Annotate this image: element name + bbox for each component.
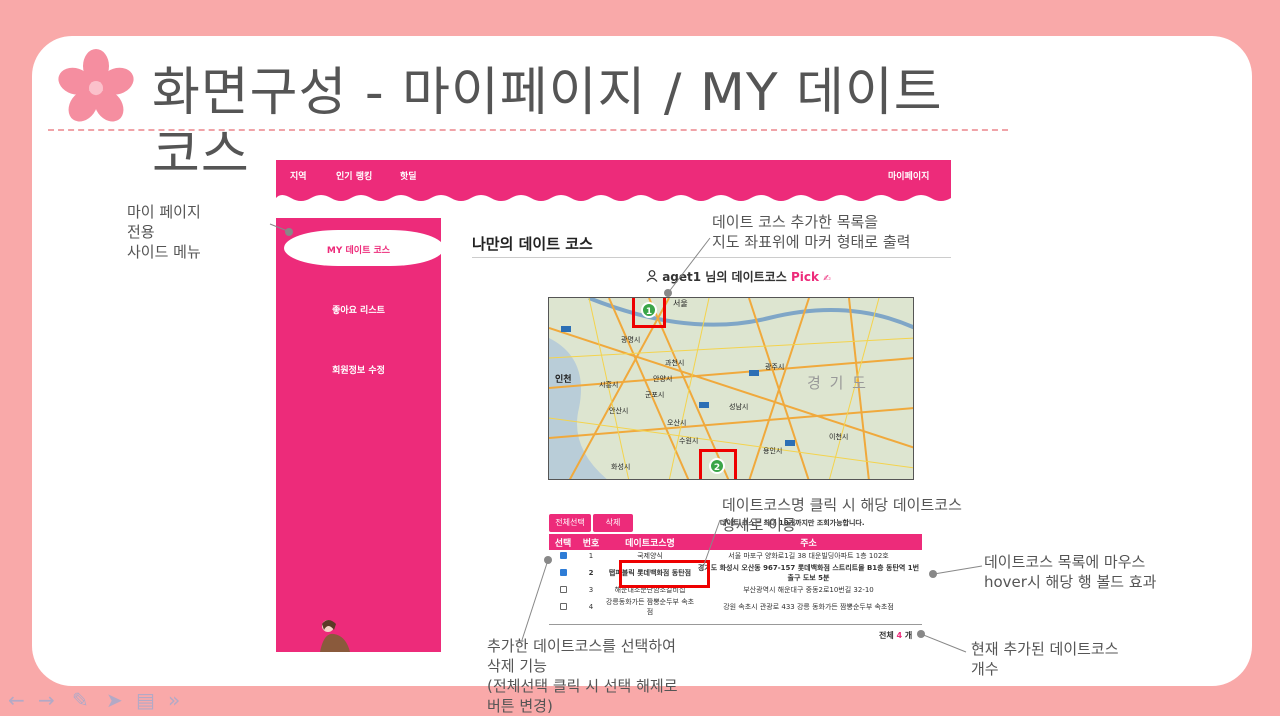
map-marker[interactable]: 1 [641, 302, 657, 318]
character-illustration [320, 620, 350, 652]
arrow-left-icon[interactable]: ← [8, 688, 25, 712]
heading-divider [472, 257, 951, 258]
nav-hotdeal[interactable]: 핫딜 [400, 169, 417, 182]
row-checkbox[interactable] [559, 585, 567, 593]
pointer-icon[interactable]: ➤ [106, 688, 123, 712]
total-number: 4 [896, 631, 903, 640]
row-no: 1 [588, 552, 594, 560]
nav-region[interactable]: 지역 [290, 169, 307, 182]
col-header: 데이트코스명 [605, 534, 695, 550]
annotation-dot [544, 556, 552, 564]
annotation-map: 데이트 코스 추가한 목록을 지도 좌표위에 마커 형태로 출력 [712, 213, 911, 251]
total-prefix: 전체 [879, 631, 894, 640]
course-map[interactable]: 서울 광명시 과천시 인천 시흥시 안양시 군포시 안산시 수원시 화성시 용인… [548, 297, 914, 480]
pick-label: Pick [790, 270, 819, 284]
row-checkbox[interactable] [559, 551, 567, 559]
map-marker[interactable]: 2 [709, 458, 725, 474]
col-header: 선택 [549, 534, 577, 550]
table-row[interactable]: 1 국제양식 서울 마포구 양화로1길 38 대운빌딩아파트 1층 102호 [549, 550, 922, 562]
course-table: 선택 번호 데이트코스명 주소 1 국제양식 서울 마포구 양화로1길 38 대… [549, 534, 922, 618]
row-course-name[interactable]: 강릉동화가든 짬뽕순두부 속초점 [605, 596, 695, 618]
map-label: 경 기 도 [807, 374, 868, 392]
slideshow-toolbar: ← → ✎ ➤ ▤ » [8, 688, 188, 712]
user-pick-line: aget1 님의 데이트코스 Pick ✍ [646, 268, 831, 285]
user-course-label: aget1 님의 데이트코스 [662, 270, 787, 284]
map-label: 오산시 [667, 419, 687, 427]
nav-ranking[interactable]: 인기 랭킹 [336, 169, 372, 182]
table-row[interactable]: 3 해운대소문난암소갈비집 부산광역시 해운대구 중동2로10번길 32-10 [549, 584, 922, 596]
table-row[interactable]: 4 강릉동화가든 짬뽕순두부 속초점 강원 속초시 관광로 433 강릉 동화가… [549, 596, 922, 618]
total-suffix: 개 [904, 631, 913, 640]
side-menu: MY 데이트 코스 좋아요 리스트 회원정보 수정 [276, 218, 444, 652]
row-address: 강원 속초시 관광로 433 강릉 동화가든 짬뽕순두부 속초점 [723, 603, 894, 611]
delete-button[interactable]: 삭제 [593, 514, 633, 532]
user-icon [646, 270, 658, 282]
map-label: 화성시 [611, 463, 631, 471]
total-count: 전체 4 개 [879, 630, 912, 641]
select-all-button[interactable]: 전체선택 [549, 514, 591, 532]
nav-mypage[interactable]: 마이페이지 [888, 169, 929, 182]
side-item-likes[interactable]: 좋아요 리스트 [276, 303, 441, 316]
row-no: 3 [588, 586, 594, 594]
col-header: 주소 [695, 534, 922, 550]
map-label: 안산시 [609, 407, 629, 415]
map-label: 서울 [673, 299, 688, 308]
annotation-dot [664, 289, 672, 297]
map-label: 군포시 [645, 391, 665, 399]
pick-icon: ✍ [823, 274, 831, 284]
side-item-my-course[interactable]: MY 데이트 코스 [276, 243, 441, 256]
map-label: 이천시 [829, 433, 849, 441]
annotation-dot [917, 630, 925, 638]
map-label: 광명시 [621, 336, 641, 344]
map-label: 과천시 [665, 359, 685, 367]
page-heading: 나만의 데이트 코스 [472, 235, 593, 253]
pen-icon[interactable]: ✎ [72, 688, 89, 712]
annotation-delete: 추가한 데이트코스를 선택하여 삭제 기능 (전체선택 클릭 시 선택 해제로 … [487, 637, 678, 715]
map-label: 인천 [555, 375, 572, 385]
side-item-profile[interactable]: 회원정보 수정 [276, 363, 441, 376]
table-bottom-line [549, 624, 922, 625]
annotation-click: 데이트코스명 클릭 시 해당 데이트코스 상세로 이동 [722, 496, 962, 534]
course-name-highlight [619, 560, 710, 588]
annotation-hover: 데이트코스 목록에 마우스 hover시 해당 행 볼드 효과 [984, 553, 1157, 591]
top-nav: 지역 인기 랭킹 핫딜 마이페이지 [276, 160, 951, 194]
title-divider [48, 129, 1008, 131]
annotation-count: 현재 추가된 데이트코스 개수 [971, 640, 1119, 678]
col-header: 번호 [577, 534, 605, 550]
annotation-sidebar: 마이 페이지 전용 사이드 메뉴 [127, 203, 201, 261]
map-label: 안양시 [653, 375, 673, 383]
arrow-right-icon[interactable]: → [38, 688, 55, 712]
nav-wave [276, 190, 951, 201]
row-address: 서울 마포구 양화로1길 38 대운빌딩아파트 1층 102호 [728, 552, 889, 560]
map-label: 용인시 [763, 447, 783, 455]
map-label: 수원시 [679, 437, 699, 445]
row-checkbox[interactable] [559, 568, 567, 576]
table-row[interactable]: 2 탭퍼블릭 롯데백화점 동탄점 경기도 화성시 오산동 967-157 롯데백… [549, 562, 922, 584]
row-address: 부산광역시 해운대구 중동2로10번길 32-10 [743, 586, 874, 594]
row-address: 경기도 화성시 오산동 967-157 롯데백화점 스트리트몰 B1층 동탄역 … [697, 564, 920, 582]
annotation-dot [929, 570, 937, 578]
row-no: 4 [588, 603, 594, 611]
slides-icon[interactable]: ▤ [136, 688, 155, 712]
map-label: 시흥시 [599, 381, 619, 389]
annotation-dot [285, 228, 293, 236]
row-checkbox[interactable] [559, 602, 567, 610]
map-label: 광주시 [765, 363, 785, 371]
row-no: 2 [588, 569, 594, 577]
map-label: 성남시 [729, 403, 749, 411]
more-icon[interactable]: » [168, 688, 180, 712]
flower-icon [58, 49, 134, 122]
